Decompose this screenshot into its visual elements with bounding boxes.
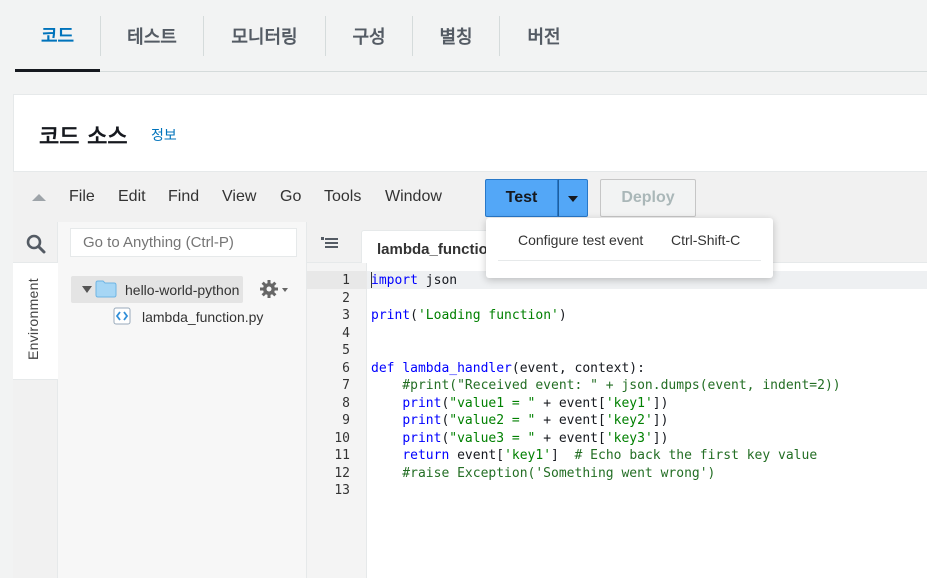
code-line: def lambda_handler(event, context): (371, 360, 645, 376)
line-number: 2 (342, 290, 350, 306)
code-line: print('Loading function') (371, 308, 567, 323)
test-dropdown-menu: Configure test event Ctrl-Shift-C (486, 218, 773, 278)
line-number: 3 (342, 308, 350, 323)
menu-go[interactable]: Go (280, 188, 301, 206)
code-text-area[interactable]: import json print('Loading function') de… (367, 263, 927, 578)
active-line-gutter (307, 271, 367, 289)
file-tree-panel: hello-world-python lambda_function.py (58, 222, 307, 578)
tab-aliases[interactable]: 별칭 (413, 0, 499, 72)
gear-caret-icon[interactable] (282, 288, 288, 292)
environment-label: Environment (25, 278, 41, 360)
tab-code[interactable]: 코드 (15, 0, 100, 72)
text-cursor (371, 272, 372, 288)
info-link[interactable]: 정보 (151, 125, 177, 145)
gear-icon[interactable] (259, 279, 279, 299)
file-label: lambda_function.py (142, 309, 264, 325)
code-line: #print("Received event: " + json.dumps(e… (371, 378, 841, 393)
menu-divider (498, 260, 761, 261)
tabs-menu-icon[interactable] (321, 237, 339, 251)
line-number: 7 (342, 378, 350, 393)
search-icon[interactable] (26, 234, 46, 254)
menu-tools[interactable]: Tools (324, 188, 361, 206)
test-button[interactable]: Test (485, 179, 558, 217)
tree-root-label: hello-world-python (125, 282, 240, 298)
menu-view[interactable]: View (222, 188, 256, 206)
test-dropdown-toggle[interactable] (558, 179, 588, 217)
line-number: 6 (342, 360, 350, 376)
caret-down-icon (568, 196, 578, 202)
line-number: 1 (342, 273, 350, 288)
code-line: return event['key1'] # Echo back the fir… (402, 448, 818, 463)
code-line: print("value2 = " + event['key2']) (402, 413, 669, 428)
tree-root-folder[interactable]: hello-world-python (71, 276, 243, 303)
line-number-gutter: 1 2 3 4 5 6 7 8 9 10 11 12 13 (307, 263, 367, 578)
tab-configuration[interactable]: 구성 (326, 0, 412, 72)
ide-menu-bar: File Edit Find View Go Tools Window Test… (13, 171, 927, 222)
collapse-up-icon[interactable] (32, 194, 46, 201)
deploy-button[interactable]: Deploy (600, 179, 696, 217)
environment-tab[interactable]: Environment (13, 262, 58, 380)
tab-versions[interactable]: 버전 (500, 0, 588, 72)
tab-test[interactable]: 테스트 (101, 0, 203, 72)
expand-triangle-icon[interactable] (82, 286, 92, 293)
line-number: 9 (342, 413, 350, 428)
line-number: 5 (342, 343, 350, 358)
line-number: 12 (334, 465, 350, 481)
folder-icon (95, 280, 117, 298)
code-line: print("value3 = " + event['key3']) (402, 430, 669, 446)
shortcut-label: Ctrl-Shift-C (671, 232, 741, 248)
go-to-anything-input[interactable] (70, 228, 297, 257)
code-line: print("value1 = " + event['key1']) (402, 395, 669, 411)
python-file-icon (113, 307, 131, 325)
line-number: 11 (334, 448, 350, 463)
line-number: 4 (342, 325, 350, 341)
line-number: 8 (342, 395, 350, 411)
menu-find[interactable]: Find (168, 188, 199, 206)
menu-edit[interactable]: Edit (118, 188, 146, 206)
panel-title: 코드 소스 (39, 125, 128, 150)
top-tab-bar: 코드 테스트 모니터링 구성 별칭 버전 (15, 0, 927, 72)
side-panel-strip: Environment (13, 222, 58, 578)
line-number: 10 (334, 430, 350, 446)
menu-file[interactable]: File (69, 188, 95, 206)
menu-window[interactable]: Window (385, 188, 442, 206)
code-line: import json (371, 273, 458, 288)
line-number: 13 (334, 483, 350, 498)
tab-monitoring[interactable]: 모니터링 (204, 0, 325, 72)
configure-test-event-item[interactable]: Configure test event (518, 232, 643, 248)
code-line: #raise Exception('Something went wrong') (371, 465, 716, 481)
